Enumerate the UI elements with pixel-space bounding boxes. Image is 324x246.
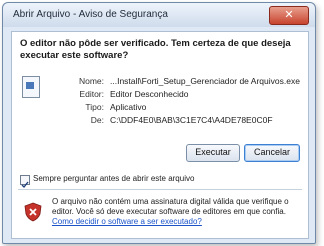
detail-row-name: Nome: ...Install\Forti_Setup_Gerenciador… xyxy=(48,76,300,89)
warning-question: O editor não pôde ser verificado. Tem ce… xyxy=(20,38,291,61)
application-icon xyxy=(22,76,40,98)
dialog-body: O editor não pôde ser verificado. Tem ce… xyxy=(11,31,309,239)
detail-label: Nome: xyxy=(78,76,104,86)
divider xyxy=(18,189,302,190)
detail-value: Aplicativo xyxy=(110,102,147,112)
detail-label: De: xyxy=(90,115,104,125)
always-ask-option[interactable]: Sempre perguntar antes de abrir este arq… xyxy=(20,174,300,189)
security-warning-dialog: Abrir Arquivo - Aviso de Segurança ✕ O e… xyxy=(2,2,316,244)
warning-description: O arquivo não contém uma assinatura digi… xyxy=(52,197,289,216)
detail-row-type: Tipo: Aplicativo xyxy=(48,102,298,115)
file-details: Nome: ...Install\Forti_Setup_Gerenciador… xyxy=(48,76,300,128)
detail-label: Editor: xyxy=(79,89,104,99)
cancel-button[interactable]: Cancelar xyxy=(244,144,300,162)
detail-row-from: De: C:\DDF4E0\BAB\3C1E7C4\A4DE78E0C0F xyxy=(48,115,298,128)
warning-message: O arquivo não contém uma assinatura digi… xyxy=(52,197,302,227)
detail-value: ...Install\Forti_Setup_Gerenciador de Ar… xyxy=(110,76,300,86)
security-shield-icon xyxy=(24,202,42,222)
always-ask-label: Sempre perguntar antes de abrir este arq… xyxy=(33,174,195,183)
title-bar[interactable]: Abrir Arquivo - Aviso de Segurança ✕ xyxy=(3,3,315,27)
detail-value: Editor Desconhecido xyxy=(110,89,189,99)
window-title: Abrir Arquivo - Aviso de Segurança xyxy=(13,9,168,20)
close-button[interactable]: ✕ xyxy=(269,6,309,25)
detail-row-publisher: Editor: Editor Desconhecido xyxy=(48,89,298,102)
detail-label: Tipo: xyxy=(85,102,104,112)
always-ask-checkbox[interactable] xyxy=(20,175,30,189)
run-button[interactable]: Executar xyxy=(186,144,240,162)
detail-value: C:\DDF4E0\BAB\3C1E7C4\A4DE78E0C0F xyxy=(110,115,273,125)
help-link[interactable]: Como decidir o software a ser executado? xyxy=(52,217,302,227)
checkmark-icon xyxy=(21,181,29,189)
